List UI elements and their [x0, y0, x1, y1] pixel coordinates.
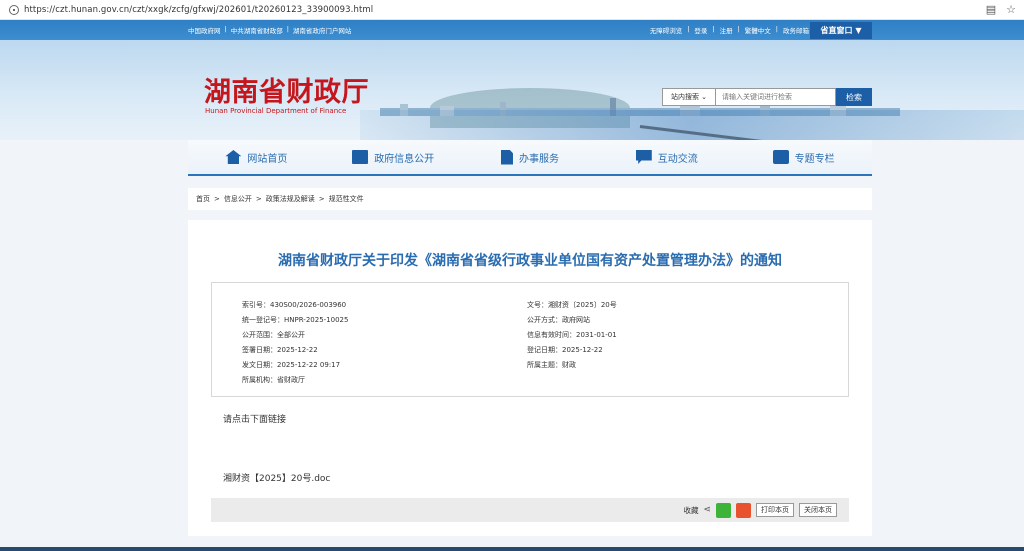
url-text[interactable]: https://czt.hunan.gov.cn/czt/xxgk/zcfg/g…: [24, 5, 373, 15]
top-link[interactable]: 登录: [694, 25, 707, 35]
document-body-text: 请点击下面链接: [223, 415, 287, 425]
attachment-link[interactable]: 湘财资【2025】20号.doc: [223, 471, 330, 484]
document-icon: [500, 149, 513, 165]
separator: |: [687, 25, 690, 33]
nav-item-label: 专题专栏: [794, 153, 835, 165]
share-icon[interactable]: ⋖: [703, 505, 711, 515]
breadcrumb-separator: >: [214, 195, 220, 203]
nav-item-home[interactable]: 网站首页: [188, 140, 325, 174]
search-button[interactable]: 检索: [836, 88, 872, 106]
top-link[interactable]: 政务邮箱: [783, 25, 809, 35]
search-scope-dropdown[interactable]: 站内搜索 ⌄: [662, 88, 716, 106]
nav-item-special-topics[interactable]: 专题专栏: [735, 140, 872, 174]
separator: |: [224, 25, 227, 33]
site-search: 站内搜索 ⌄ 检索: [662, 88, 872, 106]
close-page-button[interactable]: 关闭本页: [799, 503, 837, 517]
favorite-button[interactable]: 收藏: [683, 505, 698, 516]
footer-edge: [0, 547, 1024, 551]
page-toolbar: 收藏 ⋖ 打印本页 关闭本页: [211, 498, 849, 522]
nav-item-label: 网站首页: [247, 153, 288, 165]
metadata-row: 索引号：430S00/2026-003960: [242, 301, 347, 309]
metadata-right-column: 文号：湘财资〔2025〕20号 公开方式：政府网站信息有效时间：2031-01-0…: [527, 298, 617, 373]
provincial-portal-dropdown[interactable]: 省直窗口 ▼: [810, 22, 872, 39]
top-link[interactable]: 无障碍浏览: [650, 25, 683, 35]
metadata-row: 所属主题：财政: [527, 361, 576, 369]
search-input[interactable]: [716, 88, 836, 106]
top-left-links: 中国政府网 | 中共湖南省财政部 | 湖南省政府门户网站: [188, 25, 351, 35]
site-info-icon[interactable]: [9, 4, 19, 15]
site-logo-title[interactable]: 湖南省财政厅: [204, 70, 369, 109]
nav-item-interaction[interactable]: 互动交流: [598, 140, 735, 174]
metadata-row: 登记日期：2025-12-22: [527, 346, 603, 354]
top-link[interactable]: 湖南省政府门户网站: [293, 25, 352, 35]
weibo-share-icon[interactable]: [736, 502, 751, 518]
content-card: 湖南省财政厅关于印发《湖南省省级行政事业单位国有资产处置管理办法》的通知 索引号…: [188, 220, 872, 536]
separator: |: [286, 25, 289, 33]
breadcrumb: 首页 > 信息公开 > 政策法规及解读 > 规范性文件: [188, 188, 872, 210]
breadcrumb-separator: >: [318, 195, 325, 203]
nav-item-government-info[interactable]: 政府信息公开: [325, 140, 462, 174]
nav-item-label: 互动交流: [657, 153, 698, 165]
metadata-row: 统一登记号：HNPR-2025-10025: [242, 316, 349, 324]
metadata-row: 信息有效时间：2031-01-01: [527, 331, 617, 339]
site-logo-subtitle: Hunan Provincial Department of Finance: [205, 107, 347, 115]
breadcrumb-link[interactable]: 规范性文件: [329, 194, 364, 204]
separator: |: [737, 25, 740, 33]
metadata-row: 公开范围：全部公开: [242, 331, 305, 339]
home-icon: [225, 150, 242, 164]
document-title: 湖南省财政厅关于印发《湖南省省级行政事业单位国有资产处置管理办法》的通知: [278, 253, 782, 269]
metadata-row: 公开方式：政府网站: [527, 316, 590, 324]
bookmark-star-icon[interactable]: ☆: [1006, 3, 1016, 16]
breadcrumb-link[interactable]: 政策法规及解读: [266, 194, 315, 204]
top-link[interactable]: 繁體中文: [745, 25, 771, 35]
nav-item-label: 政府信息公开: [374, 153, 435, 165]
metadata-row: 签署日期：2025-12-22: [242, 346, 318, 354]
main-nav: 网站首页 政府信息公开 办事服务 互动交流 专题专栏: [188, 140, 872, 176]
browser-address-bar[interactable]: https://czt.hunan.gov.cn/czt/xxgk/zcfg/g…: [0, 0, 1024, 20]
breadcrumb-link[interactable]: 信息公开: [224, 194, 252, 204]
breadcrumb-link[interactable]: 首页: [196, 194, 210, 204]
reader-mode-icon[interactable]: ▤: [986, 3, 996, 16]
top-strip: 中国政府网 | 中共湖南省财政部 | 湖南省政府门户网站 无障碍浏览 | 登录 | 注册 | 繁體中…: [0, 20, 1024, 40]
chat-icon: [635, 150, 652, 164]
metadata-row: 文号：湘财资〔2025〕20号: [527, 301, 617, 309]
metadata-row: 发文日期：2025-12-22 09:17: [242, 361, 341, 369]
metadata-row: 所属机构：省财政厅: [242, 376, 305, 384]
nav-item-label: 办事服务: [518, 153, 559, 165]
top-link[interactable]: 注册: [720, 25, 733, 35]
book-icon: [352, 150, 369, 164]
separator: |: [712, 25, 715, 33]
top-link[interactable]: 中共湖南省财政部: [231, 25, 283, 35]
metadata-left-column: 索引号：430S00/2026-003960 统一登记号：HNPR-2025-10…: [242, 298, 348, 388]
print-page-button[interactable]: 打印本页: [756, 503, 794, 517]
banner-water-graphic: [360, 110, 1024, 140]
nav-item-services[interactable]: 办事服务: [462, 140, 599, 174]
top-link[interactable]: 中国政府网: [188, 25, 221, 35]
header-banner: 湖南省财政厅 Hunan Provincial Department of Fi…: [0, 40, 1024, 140]
separator: |: [775, 25, 778, 33]
picture-icon: [772, 150, 789, 164]
breadcrumb-separator: >: [255, 195, 262, 203]
top-right-links: 无障碍浏览 | 登录 | 注册 | 繁體中文 | 政务邮箱: [650, 25, 809, 35]
wechat-share-icon[interactable]: [716, 502, 731, 518]
document-metadata: 索引号：430S00/2026-003960 统一登记号：HNPR-2025-10…: [211, 282, 849, 397]
